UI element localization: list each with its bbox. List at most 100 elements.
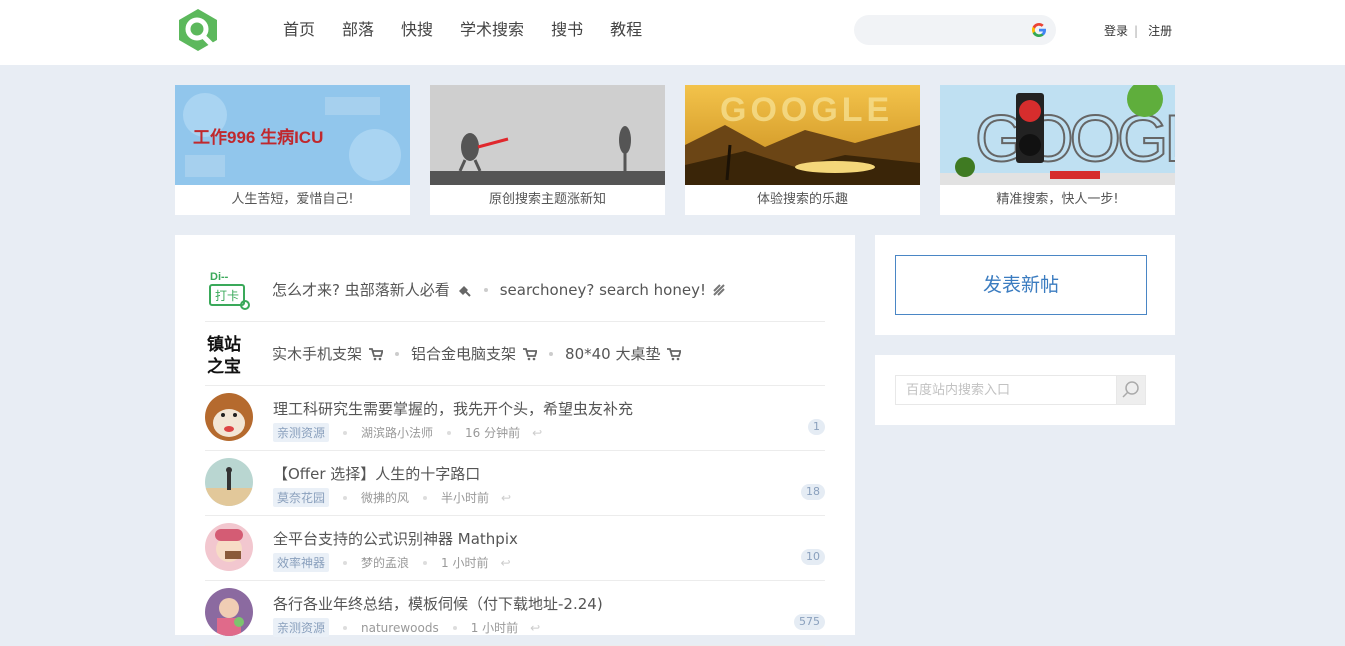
post-row: 【Offer 选择】人生的十字路口 莫奈花园 微拂的风 半小时前 ↩ 18 (205, 451, 825, 516)
banner-card-2[interactable]: 原创搜索主题涨新知 (430, 85, 665, 215)
post-author[interactable]: naturewoods (361, 621, 439, 635)
post-meta: 莫奈花园 微拂的风 半小时前 ↩ (273, 488, 511, 507)
pinned-items-2: 实木手机支架 铝合金电脑支架 80*40 大桌垫 (272, 343, 682, 364)
post-meta: 亲测资源 naturewoods 1 小时前 ↩ (273, 618, 540, 637)
avatar[interactable] (205, 458, 253, 506)
banner-caption-1: 人生苦短，爱惜自己! (231, 192, 354, 207)
reply-icon: ↩ (530, 620, 541, 635)
banner-card-4[interactable]: GOOGLE 精准搜索，快人一步! (940, 85, 1175, 215)
pinned-link-desk-mat[interactable]: 80*40 大桌垫 (565, 343, 660, 364)
main-nav: 首页 部落 快搜 学术搜索 搜书 教程 (283, 19, 669, 41)
google-g-icon[interactable] (1031, 22, 1047, 38)
post-category-tag[interactable]: 莫奈花园 (273, 488, 330, 507)
reply-count-badge: 18 (801, 484, 825, 500)
reply-count-badge: 575 (794, 614, 825, 630)
banner-card-1[interactable]: 工作996 生病ICU 人生苦短，爱惜自己! (175, 85, 410, 215)
svg-text:之宝: 之宝 (207, 356, 241, 377)
auth-links: 登录 | 注册 (1104, 22, 1172, 39)
banner-caption-2: 原创搜索主题涨新知 (488, 192, 606, 207)
post-row: 各行各业年终总结，模板伺候（付下载地址-2.24) 亲测资源 naturewoo… (205, 581, 825, 646)
post-list-panel: Di-- 打卡 怎么才来? 虫部落新人必看 searchoney? search… (175, 235, 855, 646)
post-title[interactable]: 【Offer 选择】人生的十字路口 (273, 463, 480, 484)
item-separator (395, 351, 400, 356)
shopping-cart-icon (667, 347, 682, 360)
hammer-icon (458, 285, 471, 297)
site-search-input[interactable] (895, 375, 1117, 405)
site-search-panel (875, 355, 1175, 425)
post-meta: 效率神器 梦的孟浪 1 小时前 ↩ (273, 553, 511, 572)
register-link[interactable]: 注册 (1148, 22, 1172, 39)
banner-illustration-4: GOOGLE (940, 85, 1175, 185)
banner-card-3[interactable]: GOOGLE 体验搜索的乐趣 (685, 85, 920, 215)
post-category-tag[interactable]: 亲测资源 (273, 618, 330, 637)
nav-tutorials[interactable]: 教程 (610, 19, 642, 41)
nav-book-search[interactable]: 搜书 (551, 19, 583, 41)
meta-separator (343, 560, 348, 565)
pinned-row-2: 镇站 之宝 实木手机支架 铝合金电脑支架 80*40 大桌垫 (205, 322, 825, 386)
banner-illustration-3: GOOGLE (685, 85, 920, 185)
post-meta: 亲测资源 湖滨路小法师 16 分钟前 ↩ (273, 423, 542, 442)
pinned-row-1: Di-- 打卡 怎么才来? 虫部落新人必看 searchoney? search… (205, 258, 825, 322)
nav-tribe[interactable]: 部落 (342, 19, 374, 41)
post-title[interactable]: 理工科研究生需要掌握的，我先开个头，希望虫友补充 (273, 398, 633, 419)
avatar[interactable] (205, 588, 253, 636)
post-row: 理工科研究生需要掌握的，我先开个头，希望虫友补充 亲测资源 湖滨路小法师 16 … (205, 386, 825, 451)
pinned-link-searchoney[interactable]: searchoney? search honey! (500, 281, 706, 299)
nav-academic-search[interactable]: 学术搜索 (460, 19, 524, 41)
banner-image-1: 工作996 生病ICU (175, 85, 410, 185)
post-author[interactable]: 梦的孟浪 (361, 554, 409, 571)
treasure-stamp-icon: 镇站 之宝 (207, 334, 241, 377)
post-time: 半小时前 (441, 491, 490, 505)
post-time: 16 分钟前 (465, 426, 521, 440)
banner-overlay-text-1: 工作996 生病ICU (193, 127, 323, 147)
reply-count-badge: 10 (801, 549, 825, 565)
item-separator (483, 287, 488, 292)
site-search-button[interactable] (1116, 375, 1146, 405)
banner-overlay-text-3: GOOGLE (720, 91, 893, 129)
post-row: 全平台支持的公式识别神器 Mathpix 效率神器 梦的孟浪 1 小时前 ↩ 1… (205, 516, 825, 581)
reply-icon: ↩ (500, 555, 511, 570)
pinned-link-wood-stand[interactable]: 实木手机支架 (272, 343, 362, 364)
meta-separator (343, 430, 348, 435)
svg-text:Di--: Di-- (210, 271, 229, 283)
nav-home[interactable]: 首页 (283, 19, 315, 41)
meta-separator (423, 495, 428, 500)
auth-separator: | (1134, 23, 1139, 38)
site-logo-icon[interactable] (177, 8, 219, 52)
top-search-input[interactable] (854, 15, 1056, 45)
item-separator (549, 351, 554, 356)
new-post-button[interactable]: 发表新帖 (895, 255, 1147, 315)
top-navbar: 首页 部落 快搜 学术搜索 搜书 教程 登录 | 注册 (0, 0, 1345, 65)
banner-illustration-1: 工作996 生病ICU (175, 85, 410, 185)
post-title[interactable]: 全平台支持的公式识别神器 Mathpix (273, 528, 518, 549)
checkin-icon: Di-- 打卡 (209, 271, 250, 310)
login-link[interactable]: 登录 (1104, 22, 1128, 39)
shopping-cart-icon (369, 347, 384, 360)
reply-icon: ↩ (501, 490, 512, 505)
post-category-tag[interactable]: 亲测资源 (273, 423, 330, 442)
post-author[interactable]: 微拂的风 (361, 489, 409, 506)
banner-caption-4: 精准搜索，快人一步! (996, 192, 1119, 207)
meta-separator (343, 495, 348, 500)
pinned-link-newbie[interactable]: 怎么才来? 虫部落新人必看 (272, 279, 450, 300)
pinned-items-1: 怎么才来? 虫部落新人必看 searchoney? search honey! (272, 279, 726, 300)
banner-image-4: GOOGLE (940, 85, 1175, 185)
banner-image-2 (430, 85, 665, 185)
avatar[interactable] (205, 523, 253, 571)
avatar[interactable] (205, 393, 253, 441)
post-title[interactable]: 各行各业年终总结，模板伺候（付下载地址-2.24) (273, 593, 603, 614)
meta-separator (447, 430, 452, 435)
post-author[interactable]: 湖滨路小法师 (361, 424, 433, 441)
post-category-tag[interactable]: 效率神器 (273, 553, 330, 572)
nav-quick-search[interactable]: 快搜 (401, 19, 433, 41)
svg-text:打卡: 打卡 (215, 289, 239, 303)
banner-caption-3: 体验搜索的乐趣 (756, 192, 848, 207)
svg-text:镇站: 镇站 (207, 334, 241, 355)
meta-separator (452, 625, 457, 630)
banner-illustration-2 (430, 85, 665, 185)
post-time: 1 小时前 (470, 621, 519, 635)
pinned-link-aluminum-stand[interactable]: 铝合金电脑支架 (411, 343, 516, 364)
banner-image-3: GOOGLE (685, 85, 920, 185)
rss-feed-icon (713, 283, 725, 296)
reply-icon: ↩ (532, 425, 543, 440)
